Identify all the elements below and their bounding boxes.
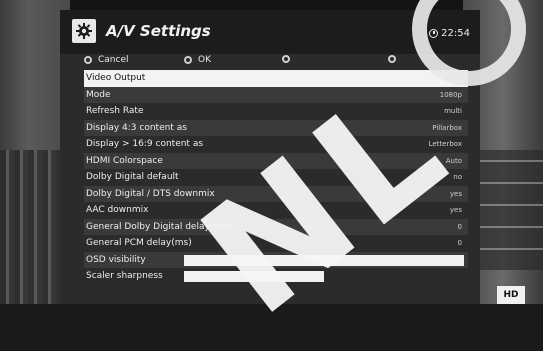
hd-badge: HD bbox=[497, 286, 525, 304]
setting-label: HDMI Colorspace bbox=[86, 155, 163, 166]
cancel-dot-icon bbox=[84, 56, 92, 64]
setting-label: Video Output bbox=[86, 73, 146, 83]
setting-label: AAC downmix bbox=[86, 205, 149, 215]
setting-label: Display 4:3 content as bbox=[86, 122, 187, 133]
option-dot-icon bbox=[282, 55, 290, 63]
page-title: A/V Settings bbox=[106, 22, 211, 40]
setting-value: multi bbox=[444, 107, 462, 115]
setting-label: General PCM delay(ms) bbox=[86, 238, 192, 248]
gear-icon bbox=[72, 19, 96, 43]
option-dot-icon bbox=[388, 55, 396, 63]
setting-value: 0 bbox=[457, 239, 462, 247]
setting-row-mode[interactable]: Mode 1080p bbox=[84, 86, 468, 103]
setting-label: Refresh Rate bbox=[86, 106, 144, 116]
option-button-4[interactable] bbox=[388, 55, 396, 63]
ok-dot-icon bbox=[184, 56, 192, 64]
setting-row-video-output[interactable]: Video Output HDMI bbox=[84, 70, 468, 87]
setting-label: OSD visibility bbox=[86, 254, 146, 265]
setting-value: Pillarbox bbox=[432, 123, 462, 132]
ok-button[interactable]: OK bbox=[184, 55, 211, 65]
setting-value: 1080p bbox=[439, 90, 462, 99]
option-button-3[interactable] bbox=[282, 55, 290, 63]
setting-label: Display > 16:9 content as bbox=[86, 139, 204, 149]
cancel-button[interactable]: Cancel bbox=[84, 55, 129, 65]
action-bar: Cancel OK bbox=[60, 54, 480, 70]
setting-value: 0 bbox=[457, 222, 462, 231]
setting-label: Dolby Digital default bbox=[86, 172, 179, 182]
setting-label: Mode bbox=[86, 89, 111, 100]
setting-label: Scaler sharpness bbox=[86, 271, 163, 281]
cancel-label: Cancel bbox=[98, 55, 129, 65]
ok-label: OK bbox=[198, 55, 211, 65]
